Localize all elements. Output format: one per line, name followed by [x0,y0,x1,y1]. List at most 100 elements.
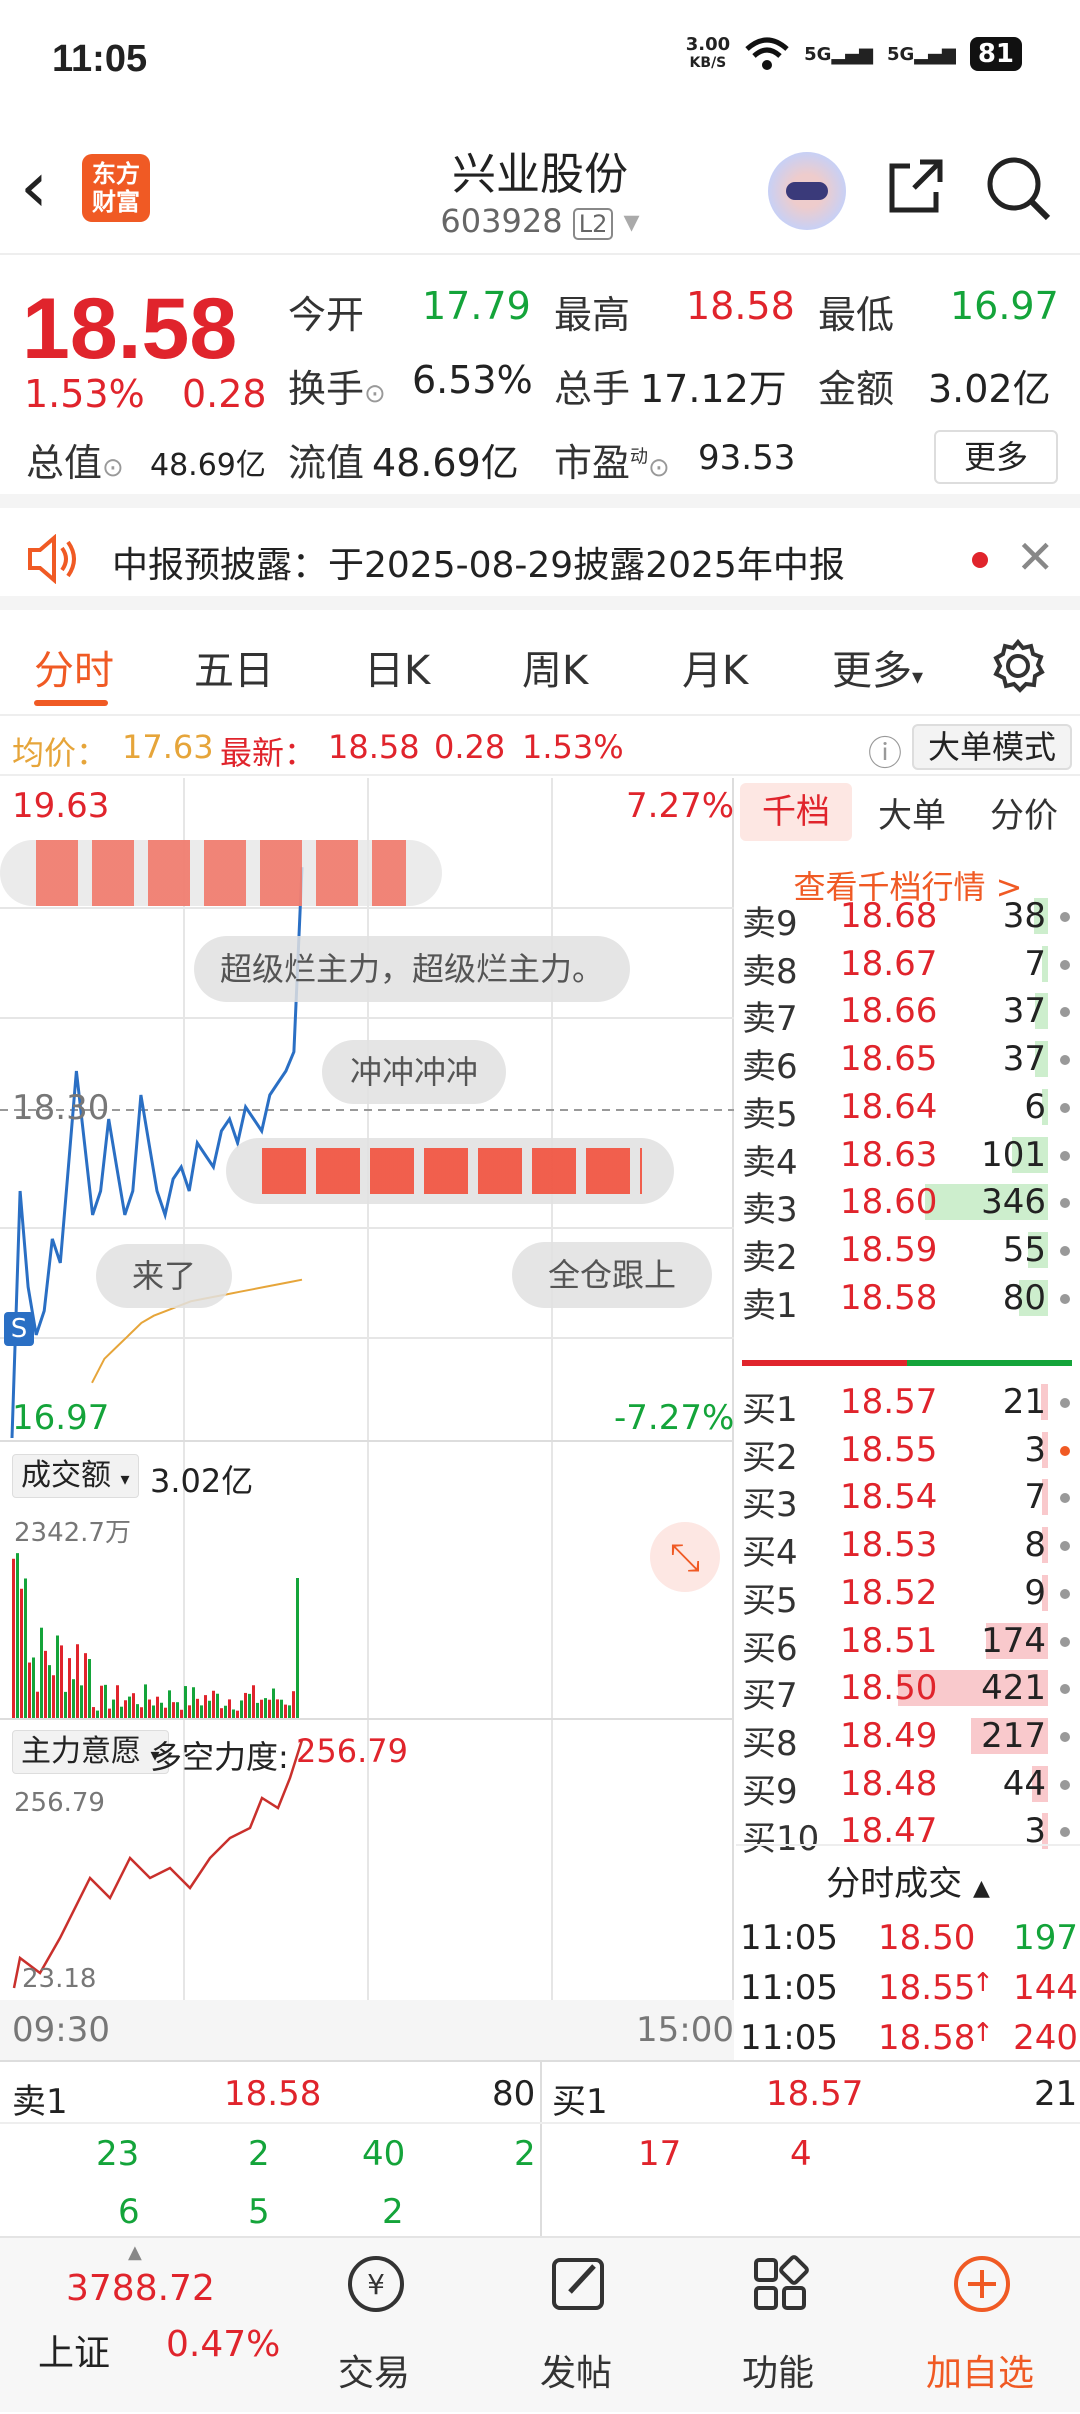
help-icon[interactable]: ⓘ [868,726,902,775]
pe-value: 93.53 [698,438,796,478]
volume-bar [236,1710,239,1718]
ask-row[interactable]: 卖6 18.65 37 [736,1035,1076,1087]
bid-row[interactable]: 买3 18.54 7 [736,1473,1076,1525]
nav-trade[interactable]: ¥ 交易 [274,2238,474,2414]
volume-bar [48,1665,51,1718]
trades-title[interactable]: 分时成交 ▲ [736,1856,1080,1905]
tab-intraday[interactable]: 分时 [34,638,114,696]
bid-row[interactable]: 买2 18.55 3 [736,1426,1076,1478]
sell-signal-marker[interactable]: S [4,1312,34,1346]
volume-bar [116,1685,119,1718]
settings-gear-icon[interactable] [990,638,1046,694]
low-value: 16.97 [950,284,1059,328]
ask-price: 18.66 [840,991,938,1032]
ask-price: 18.60 [840,1182,938,1223]
grid-icon [754,2255,809,2310]
close-icon[interactable]: ✕ [1016,530,1055,584]
status-dot [1060,1445,1070,1456]
tab-five-day[interactable]: 五日 [194,638,274,696]
sell-queue-item: 2 [248,2134,270,2174]
sell1-price: 18.58 [224,2074,322,2114]
tab-daily-k[interactable]: 日K [364,638,430,696]
last-price: 18.58 [22,281,238,377]
volume-bar [20,1588,23,1718]
volume-bar [72,1679,75,1718]
bid-volume: 9 [1024,1572,1046,1613]
ask-row[interactable]: 卖1 18.58 80 [736,1274,1076,1326]
trade-direction-icon: ↑ [972,1968,994,1998]
edit-icon [552,2258,604,2310]
signal-icon: 5G▂▄▆ [804,43,873,65]
search-icon[interactable] [984,154,1054,224]
divider [0,1440,734,1442]
sell-queue-item: 2 [382,2192,404,2232]
ask-row[interactable]: 卖2 18.59 55 [736,1226,1076,1278]
tab-price-distribution[interactable]: 分价 [968,788,1080,837]
chart-bottom-percent: -7.27% [614,1398,735,1438]
latest-label: 最新： [220,734,317,772]
expand-icon[interactable]: ⤡ [650,1522,720,1592]
buy1-volume: 21 [1034,2074,1078,2114]
more-button[interactable]: 更多 [934,430,1058,484]
tab-depth[interactable]: 千档 [740,783,852,841]
bid-row[interactable]: 买10 18.47 3 [736,1807,1076,1859]
sell-queue-item: 2 [514,2134,536,2174]
bid-price: 18.57 [840,1382,938,1422]
volume-bar [188,1705,191,1718]
bid-row[interactable]: 买1 18.57 21 [736,1378,1076,1430]
bid-volume: 174 [981,1620,1046,1661]
pe-label[interactable]: 市盈动⊙ [554,432,670,487]
wifi-icon [745,37,789,70]
bid-row[interactable]: 买7 18.50 421 [736,1664,1076,1716]
tab-more[interactable]: 更多▾ [832,638,923,696]
tab-weekly-k[interactable]: 周K [522,638,588,696]
ask-level-label: 卖7 [742,999,798,1040]
ask-volume: 346 [981,1182,1046,1223]
volume-bar [224,1705,227,1718]
ask-level-label: 卖2 [742,1237,798,1278]
ask-row[interactable]: 卖8 18.67 7 [736,940,1076,992]
intraday-chart-area[interactable]: 19.63 7.27% 18.30 16.97 -7.27% S 超级烂主力，超… [0,778,734,2060]
ask-row[interactable]: 卖3 18.60 346 [736,1178,1076,1230]
danmaku-bubble: 来了 [96,1244,233,1308]
bid-volume: 421 [981,1668,1046,1709]
volume-bar [220,1708,223,1718]
avg-label: 均价： [12,734,109,772]
indicator-selector[interactable]: 主力意愿 ▾ [12,1730,169,1774]
tab-big-orders[interactable]: 大单 [856,788,968,837]
index-ticker[interactable]: ▲ 3788.72 上证 0.47% [0,2238,280,2414]
bid-row[interactable]: 买4 18.53 8 [736,1521,1076,1573]
volume-bar [132,1693,135,1718]
sell-queue-item: 40 [362,2134,406,2174]
volume-bar [16,1553,19,1718]
volume-bar [120,1706,123,1718]
bid-row[interactable]: 买9 18.48 44 [736,1760,1076,1812]
ask-row[interactable]: 卖5 18.64 6 [736,1083,1076,1135]
notice-bar[interactable]: 中报预披露：于2025-08-29披露2025年中报 ✕ [0,512,1080,610]
ask-row[interactable]: 卖9 18.68 38 [736,892,1076,944]
nav-add-watchlist[interactable]: 加自选 [880,2238,1080,2414]
ask-row[interactable]: 卖4 18.63 101 [736,1131,1076,1183]
bid-row[interactable]: 买8 18.49 217 [736,1712,1076,1764]
plus-circle-icon [954,2256,1010,2312]
volume-bar [168,1690,171,1718]
volume-bar [136,1704,139,1718]
indicator-top: 256.79 [14,1788,105,1818]
bid-volume: 21 [1002,1382,1046,1422]
volume-bar [252,1685,255,1718]
chevron-up-icon: ▲ [128,2242,142,2263]
bid-row[interactable]: 买6 18.51 174 [736,1617,1076,1669]
nav-function[interactable]: 功能 [678,2238,878,2414]
turnover-label[interactable]: 换手⊙ [288,358,386,413]
volume-indicator-selector[interactable]: 成交额 ▾ [12,1454,139,1498]
tab-monthly-k[interactable]: 月K [682,638,748,696]
nav-post[interactable]: 发帖 [476,2238,676,2414]
total-cap-label[interactable]: 总值⊙ [26,432,124,487]
assistant-robot-icon[interactable] [768,152,846,230]
bid-row[interactable]: 买5 18.52 9 [736,1569,1076,1621]
chart-ref-price: 18.30 [12,1088,110,1128]
ask-row[interactable]: 卖7 18.66 37 [736,987,1076,1039]
share-icon[interactable] [884,154,948,218]
ask-price: 18.67 [840,943,938,984]
big-order-mode-button[interactable]: 大单模式 [912,724,1073,770]
